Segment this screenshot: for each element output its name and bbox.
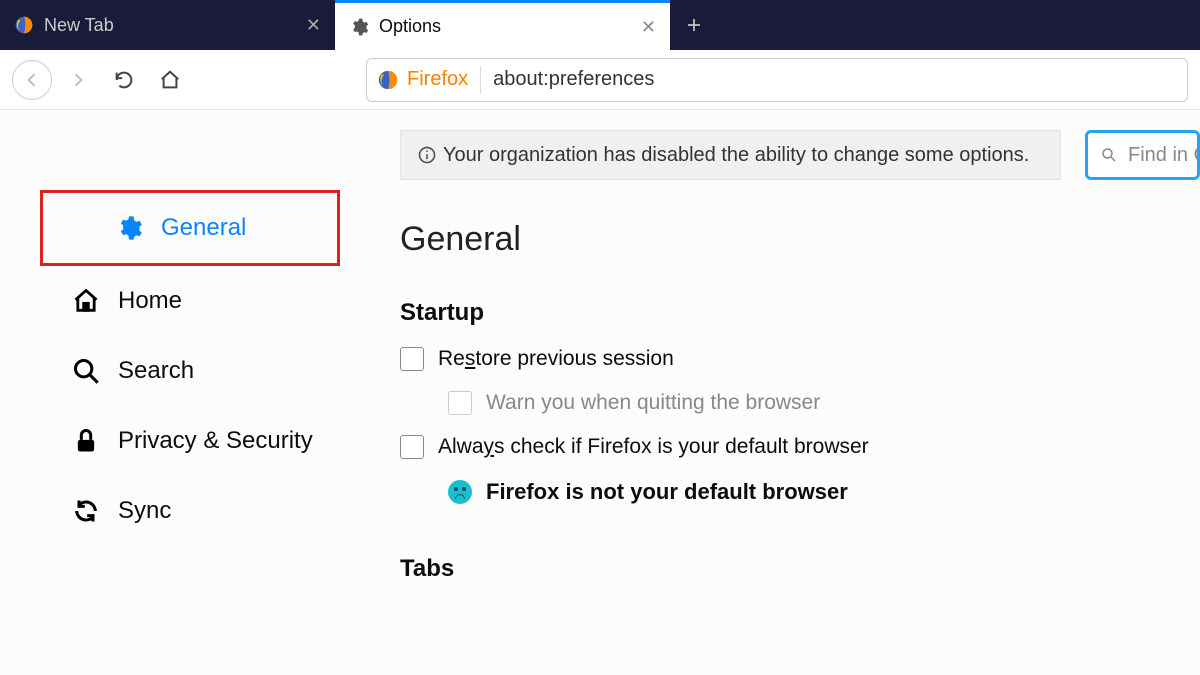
page-title: General [400,220,1200,259]
identity-label: Firefox [407,68,468,91]
back-button[interactable] [12,60,52,100]
sidebar-item-privacy[interactable]: Privacy & Security [0,406,400,476]
checkbox-icon [448,391,472,415]
sidebar-item-label: Privacy & Security [118,427,313,455]
sidebar-item-general[interactable]: General [43,193,337,263]
default-browser-status: Firefox is not your default browser [448,479,1200,505]
info-icon [417,145,437,165]
lock-icon [72,427,100,455]
checkbox-icon[interactable] [400,435,424,459]
checkbox-default-browser[interactable]: Always check if Firefox is your default … [400,435,1200,459]
gear-icon [115,214,143,242]
url-text: about:preferences [493,68,654,91]
search-placeholder: Find in Options [1128,144,1200,167]
tab-label: New Tab [44,15,296,36]
sync-icon [72,497,100,525]
identity-box[interactable]: Firefox [377,66,481,94]
sidebar-item-home[interactable]: Home [0,266,400,336]
sidebar-item-label: Sync [118,497,171,525]
preferences-content: General Home Search Privacy & Security [0,110,1200,675]
sidebar-item-search[interactable]: Search [0,336,400,406]
close-icon[interactable]: ✕ [641,18,656,36]
preferences-sidebar: General Home Search Privacy & Security [0,110,400,675]
forward-button[interactable] [58,60,98,100]
sad-face-icon [448,480,472,504]
tab-options[interactable]: Options ✕ [335,0,670,50]
reload-button[interactable] [104,60,144,100]
checkbox-label: Restore previous session [438,347,674,371]
navigation-toolbar: Firefox about:preferences [0,50,1200,110]
checkbox-label: Warn you when quitting the browser [486,391,820,415]
notice-text: Your organization has disabled the abili… [443,144,1029,167]
find-in-options-input[interactable]: Find in Options [1085,130,1200,180]
checkbox-warn-quit: Warn you when quitting the browser [448,391,1200,415]
home-button[interactable] [150,60,190,100]
highlight-annotation: General [40,190,340,266]
home-icon [72,287,100,315]
search-icon [72,357,100,385]
status-text: Firefox is not your default browser [486,479,848,505]
sidebar-item-label: General [161,214,246,242]
new-tab-button[interactable] [670,0,718,50]
tab-new-tab[interactable]: New Tab ✕ [0,0,335,50]
url-bar[interactable]: Firefox about:preferences [366,58,1188,102]
section-startup-heading: Startup [400,299,1200,327]
checkbox-restore-session[interactable]: Restore previous session [400,347,1200,371]
firefox-icon [377,69,399,91]
sidebar-item-label: Home [118,287,182,315]
policy-notice: Your organization has disabled the abili… [400,130,1061,180]
preferences-main: Your organization has disabled the abili… [400,110,1200,675]
sidebar-item-sync[interactable]: Sync [0,476,400,546]
checkbox-icon[interactable] [400,347,424,371]
sidebar-item-label: Search [118,357,194,385]
search-icon [1100,146,1118,164]
close-icon[interactable]: ✕ [306,16,321,34]
section-tabs-heading: Tabs [400,555,1200,583]
firefox-icon [14,15,34,35]
tab-bar: New Tab ✕ Options ✕ [0,0,1200,50]
gear-icon [349,17,369,37]
checkbox-label: Always check if Firefox is your default … [438,435,869,459]
tab-label: Options [379,16,631,37]
